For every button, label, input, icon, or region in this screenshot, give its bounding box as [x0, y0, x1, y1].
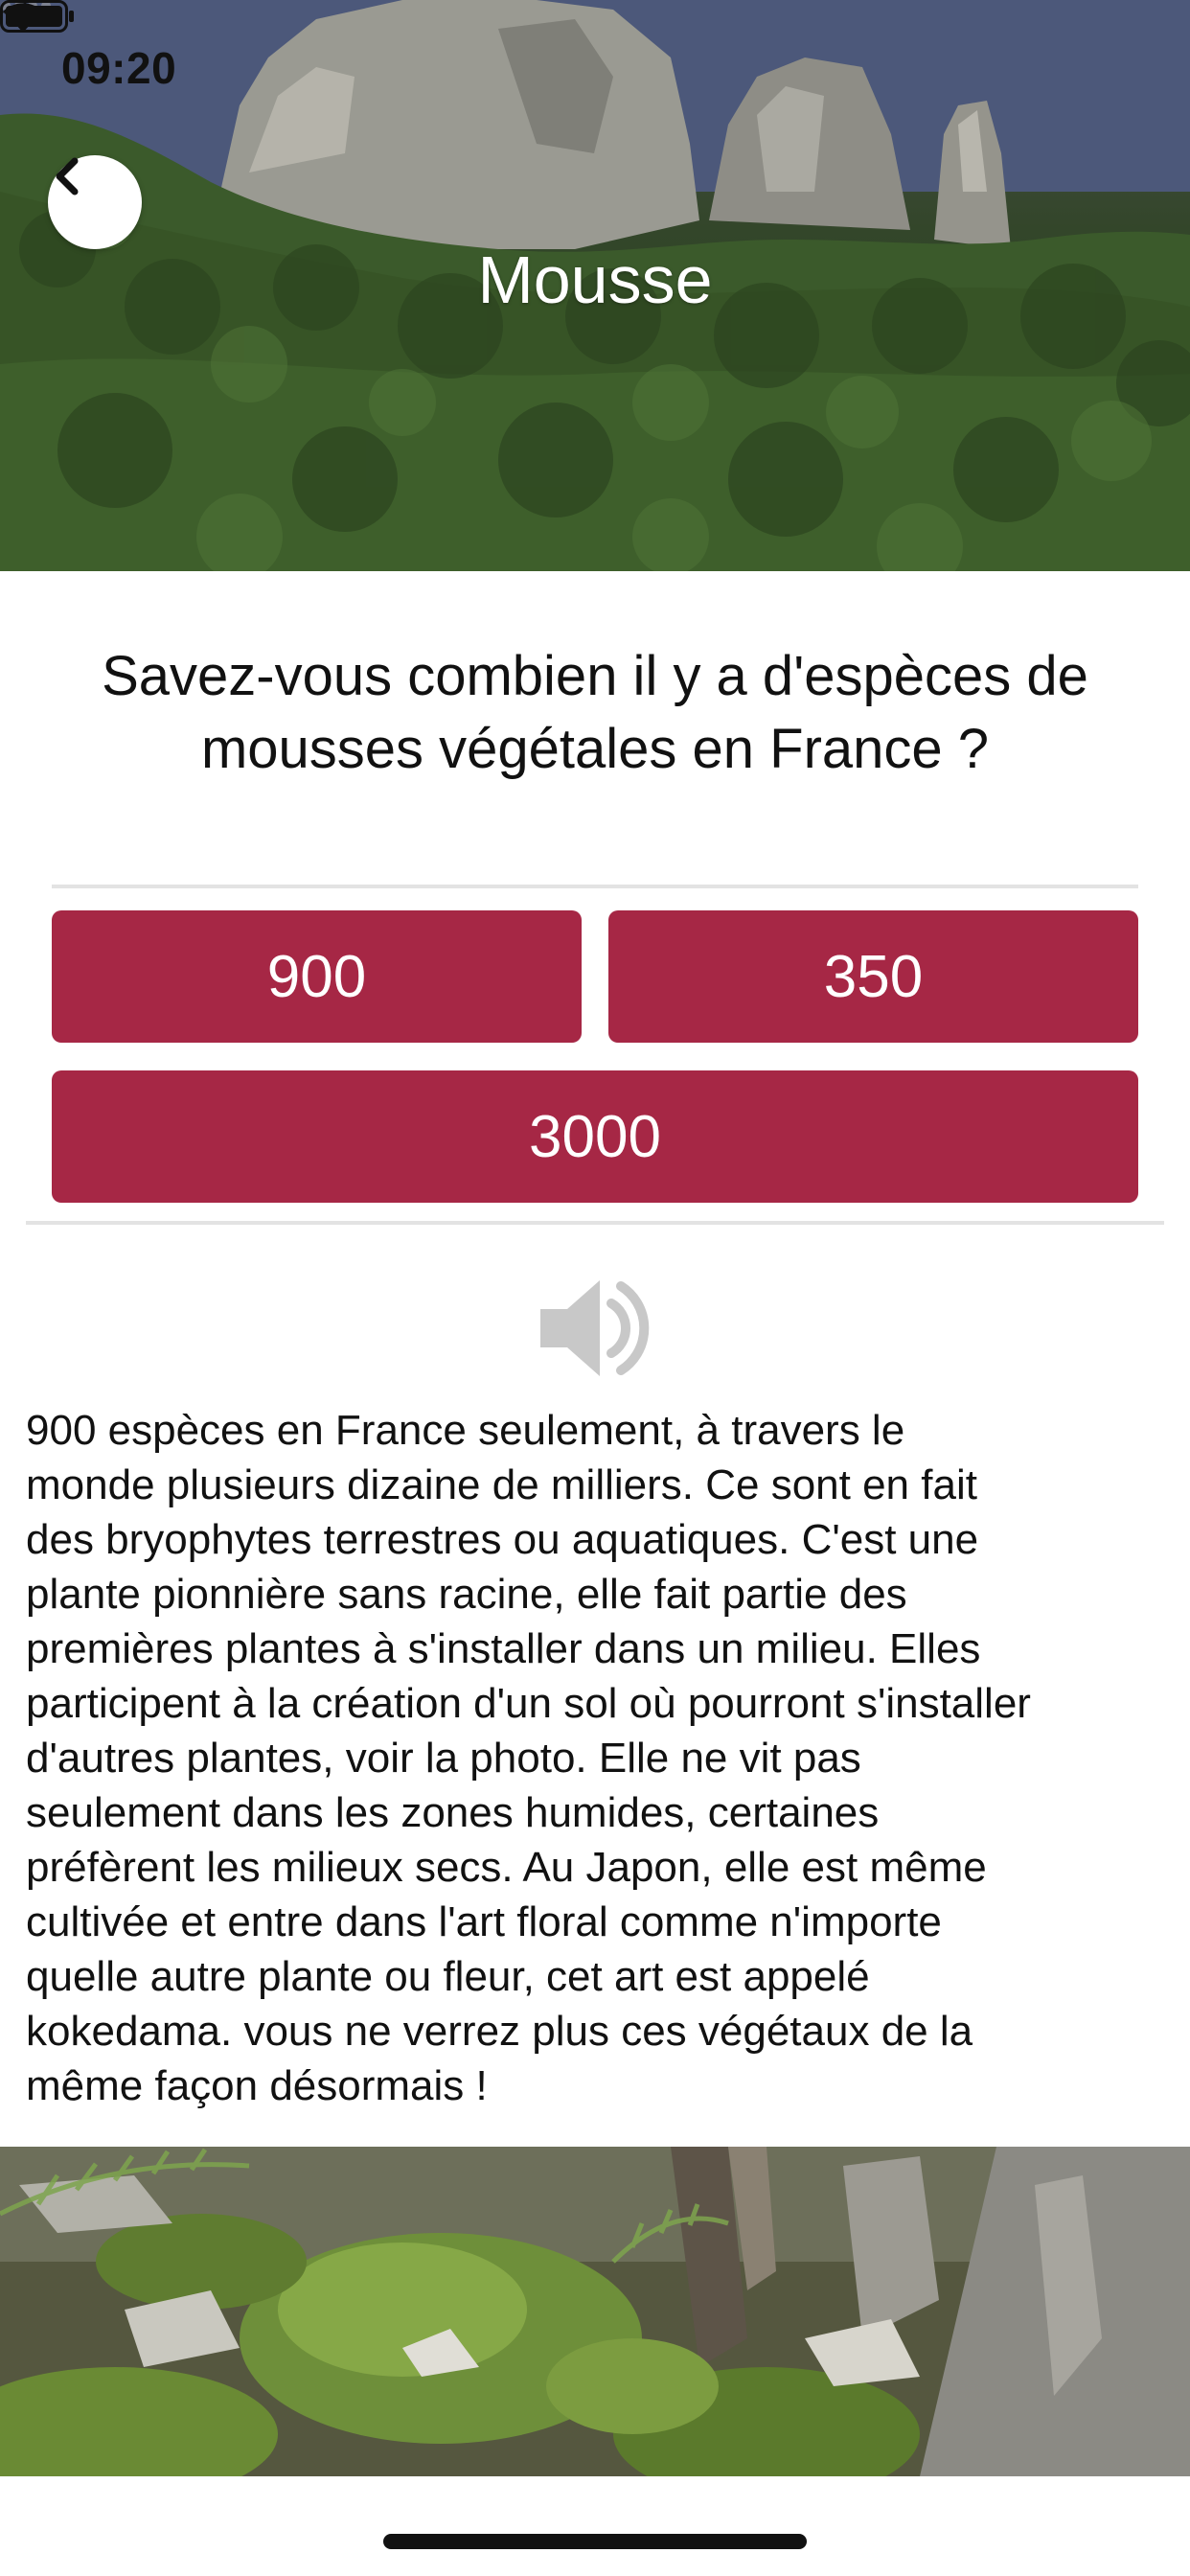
moss-rocks-photo [0, 2147, 1190, 2476]
quiz-screen: 09:20 Mousse Savez-vous combien il y a d… [0, 0, 1190, 2576]
explanation-text: 900 espèces en France seulement, à trave… [26, 1407, 1031, 2109]
question-divider [52, 885, 1138, 888]
answer-button-3000[interactable]: 3000 [52, 1070, 1138, 1203]
battery-icon [0, 0, 74, 33]
moss-photo-graphic [0, 2147, 1190, 2476]
answer-button-900[interactable]: 900 [52, 910, 582, 1043]
status-bar: 09:20 [0, 0, 1190, 134]
page-title: Mousse [477, 242, 713, 317]
answers-divider [26, 1221, 1164, 1225]
header-photo: 09:20 Mousse [0, 0, 1190, 571]
question-text: Savez-vous combien il y a d'espèces de m… [102, 645, 1088, 780]
back-button[interactable] [48, 155, 142, 249]
answer-button-350[interactable]: 350 [608, 910, 1138, 1043]
status-time: 09:20 [61, 43, 177, 93]
speaker-icon[interactable] [533, 1271, 657, 1386]
chevron-left-icon [56, 157, 79, 196]
home-indicator[interactable] [383, 2534, 807, 2549]
